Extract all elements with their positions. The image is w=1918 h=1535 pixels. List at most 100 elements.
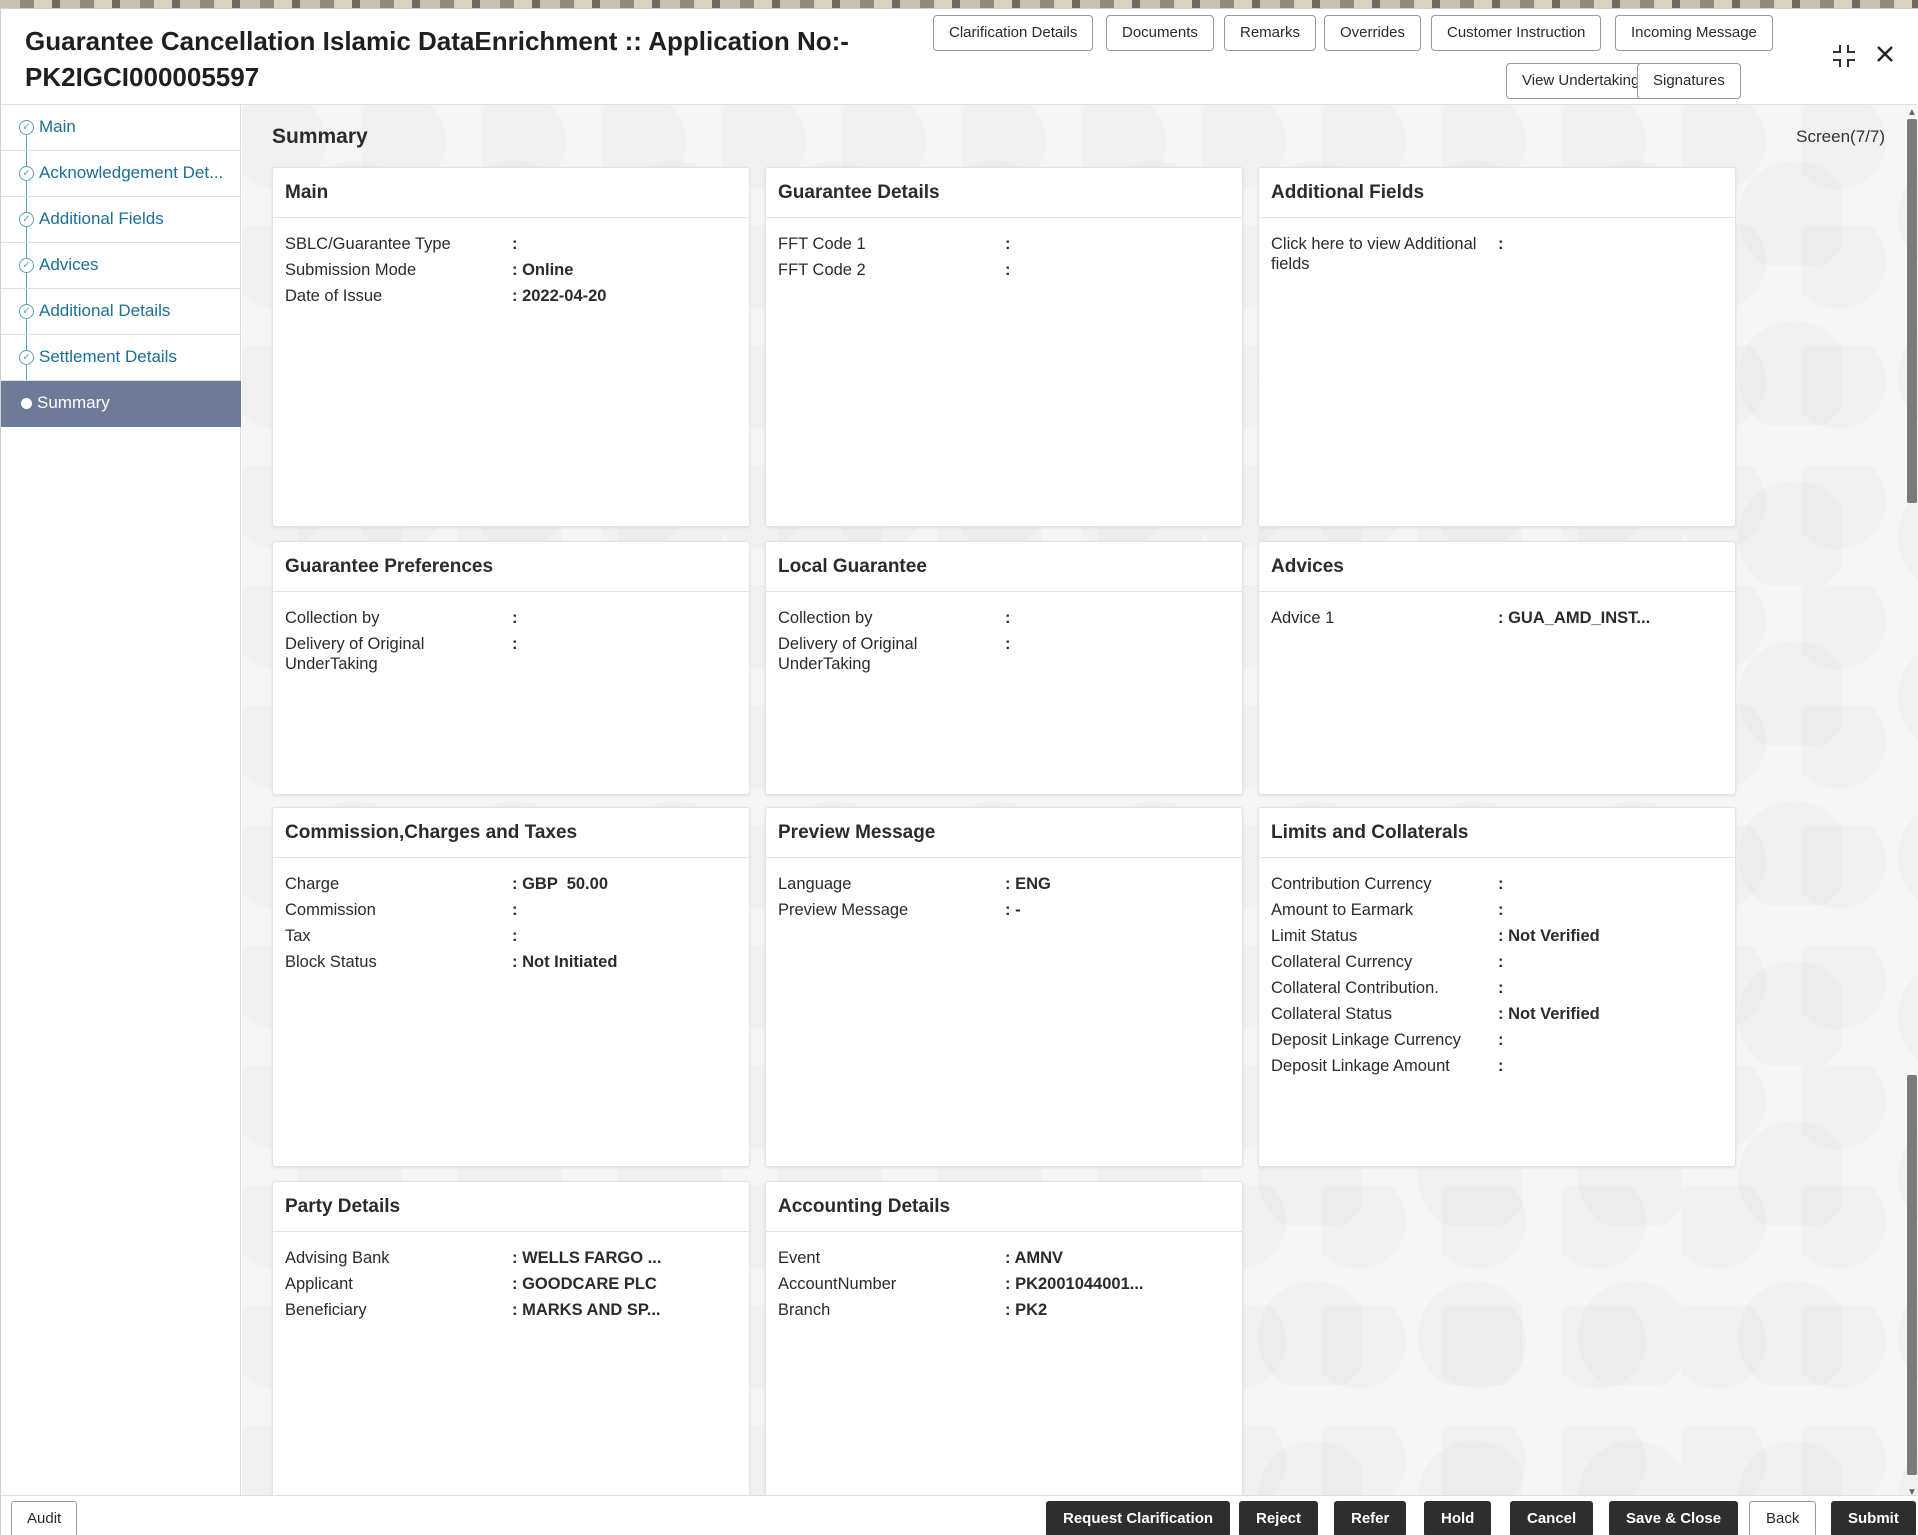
sidebar-item-settlement-details[interactable]: ✓ Settlement Details <box>1 335 241 381</box>
check-icon: ✓ <box>19 120 34 135</box>
card-guarantee-preferences: Guarantee Preferences Collection by: Del… <box>272 541 750 795</box>
field-row: Applicant: GOODCARE PLC <box>285 1274 737 1294</box>
sidebar-item-additional-fields[interactable]: ✓ Additional Fields <box>1 197 241 243</box>
card-accounting-details: Accounting Details Event: AMNV AccountNu… <box>765 1181 1243 1501</box>
field-label: SBLC/Guarantee Type <box>285 234 512 254</box>
check-icon: ✓ <box>19 166 34 181</box>
field-row: Event: AMNV <box>778 1248 1230 1268</box>
field-value: : <box>1005 260 1011 280</box>
field-row: Click here to view Additional fields: <box>1271 234 1723 274</box>
field-value: : <box>512 608 518 628</box>
remarks-button[interactable]: Remarks <box>1224 15 1316 51</box>
compress-icon[interactable] <box>1831 43 1857 77</box>
background-strip <box>0 0 1918 8</box>
field-value: : <box>1498 900 1504 920</box>
scroll-thumb-lower[interactable] <box>1907 1075 1917 1475</box>
field-row: Collateral Status: Not Verified <box>1271 1004 1723 1024</box>
card-title: Local Guarantee <box>766 542 1242 592</box>
sidebar-item-summary[interactable]: Summary <box>1 381 241 427</box>
submit-button[interactable]: Submit <box>1831 1501 1916 1535</box>
field-value: : <box>1498 978 1504 998</box>
check-icon: ✓ <box>19 212 34 227</box>
sidebar-item-main[interactable]: ✓ Main <box>1 105 241 151</box>
audit-button[interactable]: Audit <box>11 1501 77 1535</box>
sidebar-nav: ✓ Main ✓ Acknowledgement Det... ✓ Additi… <box>1 105 241 1495</box>
scroll-up-icon[interactable]: ▲ <box>1907 107 1917 118</box>
card-party-details: Party Details Advising Bank: WELLS FARGO… <box>272 1181 750 1501</box>
scrollbar[interactable]: ▲ ▼ <box>1907 115 1917 1485</box>
view-additional-fields-link[interactable]: Click here to view Additional fields <box>1271 234 1481 274</box>
sidebar-item-label: Advices <box>39 255 99 275</box>
card-title: Party Details <box>273 1182 749 1232</box>
field-row: Amount to Earmark: <box>1271 900 1723 920</box>
field-value: : GBP 50.00 <box>512 874 608 894</box>
field-label: Event <box>778 1248 1005 1268</box>
cancel-button[interactable]: Cancel <box>1510 1501 1593 1535</box>
field-row: Charge: GBP 50.00 <box>285 874 737 894</box>
field-row: Date of Issue: 2022-04-20 <box>285 286 737 306</box>
clarification-details-button[interactable]: Clarification Details <box>933 15 1093 51</box>
scroll-thumb[interactable] <box>1907 119 1917 503</box>
close-icon[interactable] <box>1874 43 1896 73</box>
active-dot-icon <box>21 398 32 409</box>
field-row: Limit Status: Not Verified <box>1271 926 1723 946</box>
field-row: Tax: <box>285 926 737 946</box>
documents-button[interactable]: Documents <box>1106 15 1214 51</box>
card-title: Preview Message <box>766 808 1242 858</box>
field-value: : PK2 <box>1005 1300 1047 1320</box>
screen-indicator: Screen(7/7) <box>1796 127 1885 147</box>
field-label: FFT Code 2 <box>778 260 1005 280</box>
field-label: Collateral Currency <box>1271 952 1498 972</box>
sidebar-item-label: Acknowledgement Det... <box>39 163 223 183</box>
page-title: Guarantee Cancellation Islamic DataEnric… <box>25 23 885 95</box>
field-value: : Not Verified <box>1498 1004 1600 1024</box>
field-value: : - <box>1005 900 1021 920</box>
request-clarification-button[interactable]: Request Clarification <box>1046 1501 1230 1535</box>
field-value: : <box>512 900 518 920</box>
reject-button[interactable]: Reject <box>1239 1501 1318 1535</box>
sidebar-item-label: Additional Details <box>39 301 170 321</box>
sidebar-item-acknowledgement[interactable]: ✓ Acknowledgement Det... <box>1 151 241 197</box>
customer-instruction-button[interactable]: Customer Instruction <box>1431 15 1601 51</box>
field-row: Delivery of Original UnderTaking: <box>778 634 1230 674</box>
card-title: Guarantee Details <box>766 168 1242 218</box>
field-label: Deposit Linkage Amount <box>1271 1056 1498 1076</box>
signatures-button[interactable]: Signatures <box>1637 63 1741 99</box>
sidebar-item-advices[interactable]: ✓ Advices <box>1 243 241 289</box>
app-window: Guarantee Cancellation Islamic DataEnric… <box>0 8 1918 1535</box>
field-row: Block Status: Not Initiated <box>285 952 737 972</box>
field-label: AccountNumber <box>778 1274 1005 1294</box>
refer-button[interactable]: Refer <box>1334 1501 1406 1535</box>
header: Guarantee Cancellation Islamic DataEnric… <box>1 9 1918 105</box>
card-title: Advices <box>1259 542 1735 592</box>
sidebar-item-label: Main <box>39 117 76 137</box>
main-content: Summary Screen(7/7) ▲ ▼ Main SBLC/Guaran… <box>242 105 1918 1495</box>
field-row: Commission: <box>285 900 737 920</box>
field-row: AccountNumber: PK2001044001... <box>778 1274 1230 1294</box>
view-undertaking-button[interactable]: View Undertaking <box>1506 63 1655 99</box>
field-row: Preview Message: - <box>778 900 1230 920</box>
card-title: Guarantee Preferences <box>273 542 749 592</box>
hold-button[interactable]: Hold <box>1424 1501 1491 1535</box>
sidebar-item-additional-details[interactable]: ✓ Additional Details <box>1 289 241 335</box>
field-value: : Not Verified <box>1498 926 1600 946</box>
title-line-1: Guarantee Cancellation Islamic DataEnric… <box>25 23 885 59</box>
card-title: Limits and Collaterals <box>1259 808 1735 858</box>
card-title: Main <box>273 168 749 218</box>
field-value: : <box>512 234 518 254</box>
save-close-button[interactable]: Save & Close <box>1609 1501 1738 1535</box>
card-title: Commission,Charges and Taxes <box>273 808 749 858</box>
back-button[interactable]: Back <box>1749 1501 1816 1535</box>
field-row: FFT Code 1: <box>778 234 1230 254</box>
field-row: Collateral Contribution.: <box>1271 978 1723 998</box>
incoming-message-button[interactable]: Incoming Message <box>1615 15 1773 51</box>
footer-toolbar: Audit Request Clarification Reject Refer… <box>1 1495 1918 1535</box>
card-local-guarantee: Local Guarantee Collection by: Delivery … <box>765 541 1243 795</box>
field-label: Submission Mode <box>285 260 512 280</box>
field-row: Deposit Linkage Amount: <box>1271 1056 1723 1076</box>
field-value: : GUA_AMD_INST... <box>1498 608 1650 628</box>
field-label: Amount to Earmark <box>1271 900 1498 920</box>
field-label: Block Status <box>285 952 512 972</box>
overrides-button[interactable]: Overrides <box>1324 15 1421 51</box>
field-label: Advising Bank <box>285 1248 512 1268</box>
